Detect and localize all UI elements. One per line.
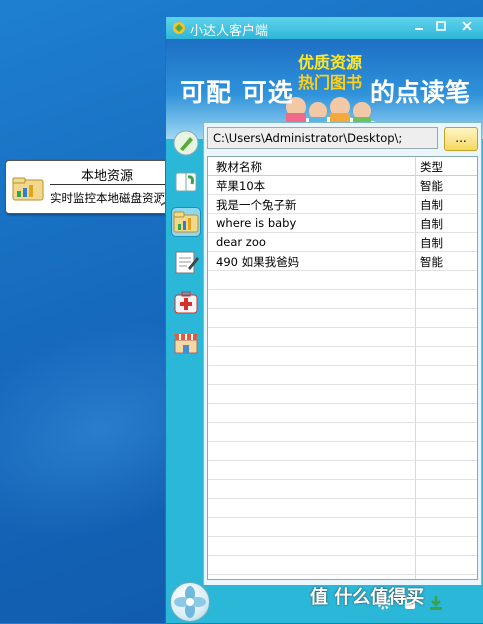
- cell-name: where is baby: [216, 216, 297, 230]
- pen-device-icon: [173, 130, 199, 156]
- cell-type: 自制: [420, 217, 443, 231]
- maximize-icon: [436, 21, 446, 31]
- tooltip-description: 实时监控本地磁盘资源: [50, 191, 165, 205]
- empty-row: [208, 499, 477, 518]
- table-row[interactable]: where is baby 自制: [208, 214, 477, 233]
- tooltip-divider: [50, 184, 166, 185]
- sidebar-item-local-resource[interactable]: [171, 207, 201, 237]
- sidebar-item-pen-device[interactable]: [172, 129, 200, 157]
- close-icon: [462, 21, 472, 31]
- cell-name: 我是一个兔子新: [216, 198, 297, 212]
- cell-name: 苹果10本: [216, 179, 266, 193]
- browse-button[interactable]: ...: [444, 127, 478, 151]
- title-bar[interactable]: 小达人客户端: [166, 17, 483, 39]
- empty-row: [208, 328, 477, 347]
- empty-row: [208, 309, 477, 328]
- cell-name: 490 如果我爸妈: [216, 255, 300, 269]
- app-window: 小达人客户端 可配 可选 优质资源 热门图书 的点读笔 C:\Users\Adm…: [165, 17, 483, 623]
- sidebar-item-first-aid[interactable]: [172, 288, 200, 316]
- column-header-type[interactable]: 类型: [420, 159, 443, 175]
- sidebar-item-store[interactable]: [172, 328, 200, 356]
- empty-row: [208, 518, 477, 537]
- banner-slogan-right: 的点读笔: [370, 78, 471, 107]
- minimize-icon: [415, 28, 423, 30]
- table-row[interactable]: dear zoo 自制: [208, 233, 477, 252]
- minimize-button[interactable]: [410, 20, 428, 34]
- empty-row: [208, 537, 477, 556]
- table-row[interactable]: 我是一个兔子新 自制: [208, 195, 477, 214]
- table-row[interactable]: 苹果10本 智能: [208, 176, 477, 195]
- local-resource-tooltip: 本地资源 实时监控本地磁盘资源: [5, 160, 171, 214]
- first-aid-icon: [174, 291, 198, 314]
- empty-row: [208, 442, 477, 461]
- empty-row: [208, 404, 477, 423]
- cell-name: dear zoo: [216, 235, 266, 249]
- banner-slogan-left: 可配 可选: [180, 78, 294, 107]
- app-logo-icon: [173, 22, 185, 34]
- textbook-list[interactable]: 教材名称 类型 苹果10本 智能 我是一个兔子新 自制 where is bab…: [207, 156, 478, 580]
- list-header: 教材名称 类型: [208, 157, 477, 176]
- home-logo-button[interactable]: [170, 582, 210, 622]
- local-folder-icon: [173, 211, 199, 233]
- sidebar-item-book[interactable]: [172, 168, 200, 196]
- cell-type: 自制: [420, 236, 443, 250]
- notebook-icon: [175, 251, 199, 274]
- download-icon[interactable]: [428, 595, 444, 611]
- close-button[interactable]: [458, 20, 476, 34]
- maximize-button[interactable]: [432, 20, 450, 34]
- sidebar-item-notebook[interactable]: [172, 248, 200, 276]
- column-header-name[interactable]: 教材名称: [216, 159, 262, 175]
- empty-row: [208, 290, 477, 309]
- flower-logo-icon: [174, 586, 206, 618]
- tooltip-title: 本地资源: [80, 169, 133, 184]
- folder-chart-icon: [12, 177, 44, 201]
- empty-row: [208, 556, 477, 575]
- empty-row: [208, 480, 477, 499]
- empty-row: [208, 366, 477, 385]
- cell-type: 智能: [420, 179, 443, 193]
- empty-row: [208, 385, 477, 404]
- empty-row: [208, 461, 477, 480]
- path-input[interactable]: C:\Users\Administrator\Desktop\;: [207, 127, 438, 149]
- cell-type: 智能: [420, 255, 443, 269]
- store-icon: [174, 334, 198, 354]
- watermark: 值 什么值得买: [310, 587, 425, 608]
- table-row[interactable]: 490 如果我爸妈 智能: [208, 252, 477, 271]
- empty-row: [208, 271, 477, 290]
- empty-row: [208, 347, 477, 366]
- empty-row: [208, 423, 477, 442]
- cell-type: 自制: [420, 198, 443, 212]
- banner-tag-line2: 热门图书: [297, 73, 362, 92]
- book-icon: [175, 172, 197, 192]
- window-title: 小达人客户端: [190, 24, 269, 39]
